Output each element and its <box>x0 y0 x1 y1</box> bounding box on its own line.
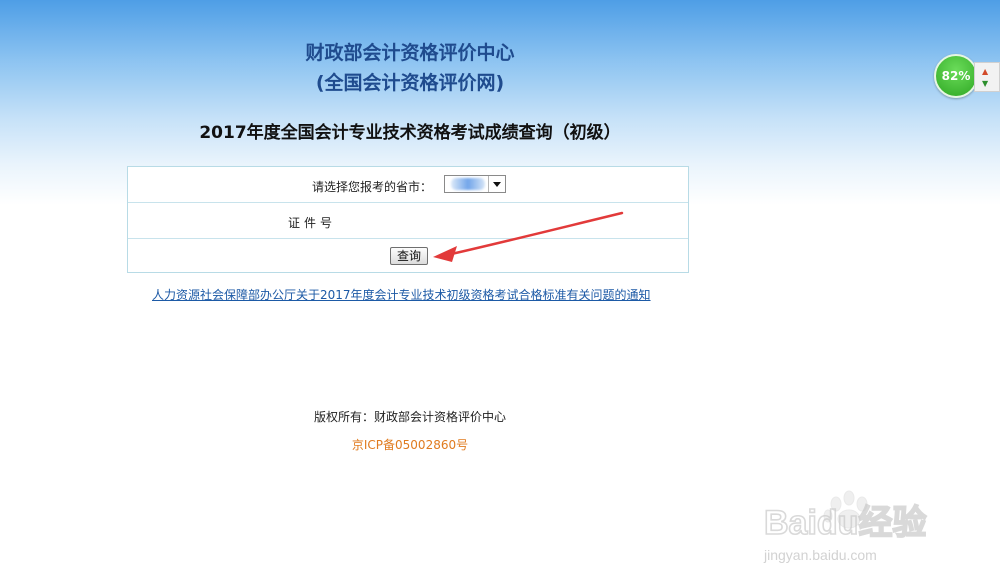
query-form: 请选择您报考的省市： 证件号 查询 <box>127 166 689 273</box>
province-row: 请选择您报考的省市： <box>128 167 688 203</box>
province-selected-value-blurred <box>451 178 485 190</box>
org-name: 财政部会计资格评价中心 <box>305 42 515 64</box>
province-label: 请选择您报考的省市： <box>312 180 433 194</box>
baidu-jingyan-watermark: Baidu经验 jingyan.baidu.com <box>763 490 927 563</box>
site-name: (全国会计资格评价网) <box>315 72 505 94</box>
id-row: 证件号 <box>128 203 688 239</box>
copyright-text: 版权所有：财政部会计资格评价中心 <box>313 410 506 424</box>
network-speed-widget[interactable]: 82% ▲ ▼ <box>934 54 1000 100</box>
province-select[interactable] <box>444 175 506 193</box>
icp-link[interactable]: 京ICP备05002860号 <box>0 436 820 453</box>
arrow-up-icon: ▲ <box>982 67 989 76</box>
submit-row: 查询 <box>128 239 688 274</box>
page-heading: 2017年度全国会计专业技术资格考试成绩查询（初级） <box>199 123 621 143</box>
speed-percent-badge[interactable]: 82% <box>934 54 978 98</box>
chevron-down-icon <box>493 181 501 187</box>
watermark-brand: Baidu经验 <box>764 503 926 542</box>
site-title: 财政部会计资格评价中心 (全国会计资格评价网) <box>0 38 820 98</box>
watermark-url: jingyan.baidu.com <box>763 547 877 563</box>
id-label: 证件号 <box>288 216 337 230</box>
notice-link[interactable]: 人力资源社会保障部办公厅关于2017年度会计专业技术初级资格考试合格标准有关问题… <box>152 286 651 303</box>
select-dropdown-button[interactable] <box>488 176 505 192</box>
query-button[interactable]: 查询 <box>390 247 428 265</box>
arrow-down-icon: ▼ <box>982 79 989 88</box>
speed-panel: ▲ ▼ <box>974 62 1000 92</box>
id-number-input[interactable] <box>343 212 537 230</box>
